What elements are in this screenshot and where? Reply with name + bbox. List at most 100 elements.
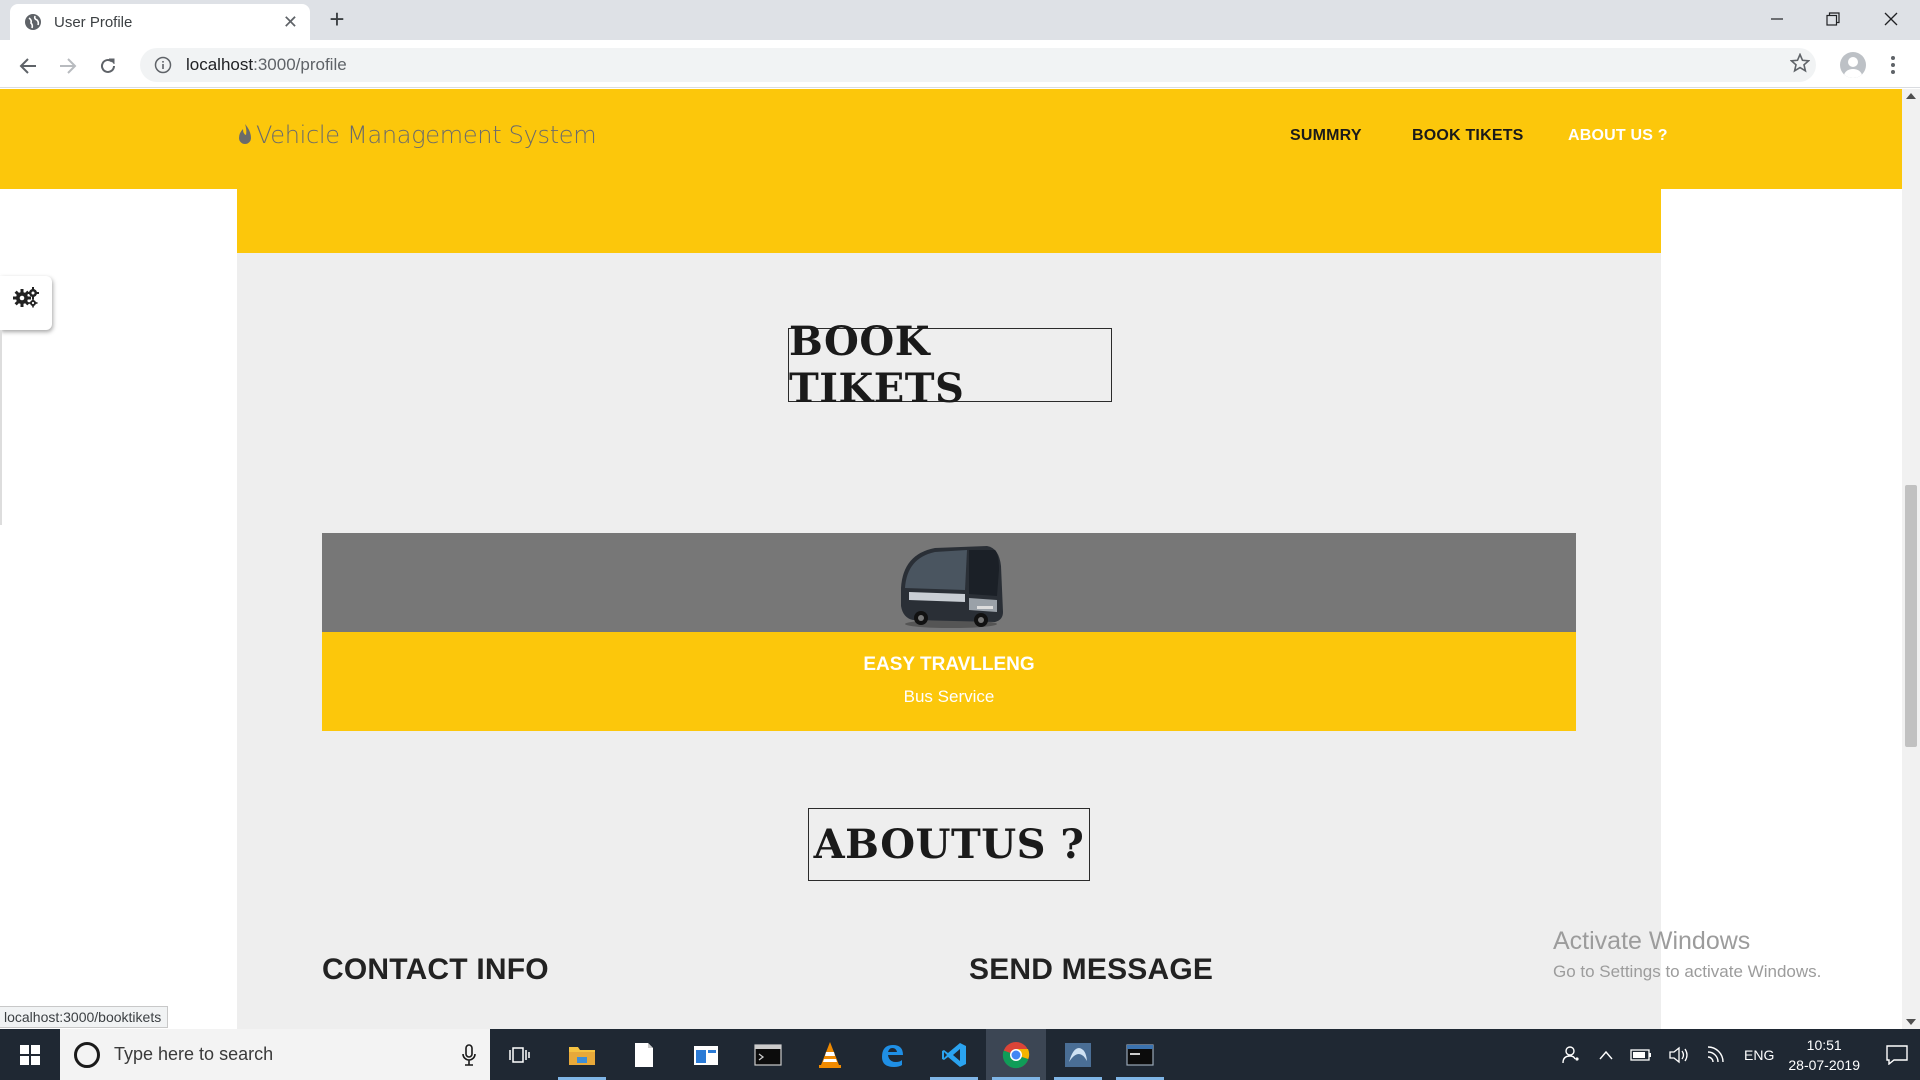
wifi-button[interactable] xyxy=(1706,1045,1728,1064)
close-window-button[interactable] xyxy=(1866,2,1916,36)
forward-button[interactable] xyxy=(54,52,82,80)
tab-title: User Profile xyxy=(54,13,133,31)
people-icon xyxy=(1562,1045,1579,1063)
url-host: localhost xyxy=(186,55,254,74)
kebab-menu-icon[interactable] xyxy=(1886,52,1900,78)
system-tray: ENG 10:51 28-07-2019 xyxy=(1554,1029,1920,1080)
taskbar-terminal[interactable] xyxy=(738,1029,798,1080)
about-us-heading: ABOUTUS ? xyxy=(808,808,1090,881)
card-image-area xyxy=(322,533,1576,632)
search-placeholder: Type here to search xyxy=(114,1044,274,1064)
taskbar-mysql-cli[interactable] xyxy=(1110,1029,1170,1080)
task-view-button[interactable] xyxy=(490,1029,550,1080)
back-arrow-icon xyxy=(19,58,36,74)
nav-book-tickets-label: BOOK TIKETS xyxy=(1412,127,1524,144)
cortana-icon xyxy=(74,1041,100,1068)
restore-button[interactable] xyxy=(1808,2,1858,36)
back-button[interactable] xyxy=(14,52,42,80)
flame-icon xyxy=(239,124,251,144)
windows-logo-icon xyxy=(20,1044,40,1065)
minimize-icon xyxy=(1771,18,1783,20)
new-tab-button[interactable]: + xyxy=(322,6,352,32)
notification-icon xyxy=(1886,1044,1908,1065)
gears-icon xyxy=(13,287,39,308)
nav-summary[interactable]: SUMMRY xyxy=(1290,127,1362,145)
taskbar-store[interactable] xyxy=(676,1029,736,1080)
bus-icon xyxy=(901,546,1003,628)
scroll-up-icon[interactable] xyxy=(1906,93,1916,99)
close-icon xyxy=(1884,12,1898,26)
battery-icon xyxy=(1630,1048,1652,1061)
send-message-heading: SEND MESSAGE xyxy=(969,953,1214,986)
reload-button[interactable] xyxy=(94,52,122,80)
minimize-button[interactable] xyxy=(1752,2,1802,36)
taskbar-chrome[interactable] xyxy=(986,1029,1046,1080)
page-scrollbar[interactable] xyxy=(1902,89,1920,1029)
scrollbar-thumb[interactable] xyxy=(1905,485,1917,747)
settings-toggle[interactable] xyxy=(0,276,52,330)
folder-icon xyxy=(569,1046,595,1065)
start-button[interactable] xyxy=(0,1029,60,1080)
hero-band xyxy=(237,189,1661,253)
info-icon xyxy=(154,56,172,74)
task-view-icon xyxy=(509,1046,530,1063)
book-tickets-heading: BOOK TIKETS xyxy=(788,318,1112,412)
activate-windows-watermark: Activate Windows Go to Settings to activ… xyxy=(1553,927,1821,982)
globe-icon xyxy=(25,14,41,30)
activate-title: Activate Windows xyxy=(1553,927,1751,955)
settings-panel-edge xyxy=(0,330,2,525)
taskbar-mysql-workbench[interactable] xyxy=(1048,1029,1108,1080)
clock-date: 28-07-2019 xyxy=(1788,1056,1860,1073)
document-icon xyxy=(635,1042,653,1067)
people-button[interactable] xyxy=(1562,1045,1582,1065)
console-window-icon xyxy=(1126,1043,1154,1066)
address-bar[interactable]: localhost:3000/profile xyxy=(140,48,1816,82)
nav-book-tickets[interactable]: BOOK TIKETS xyxy=(1412,127,1524,145)
contact-info-heading: CONTACT INFO xyxy=(322,953,549,986)
wifi-icon xyxy=(1707,1045,1724,1062)
page-viewport: BOOK TIKETS EASY TRAVLLENG Bus Service A… xyxy=(0,89,1902,1029)
bookmark-star-icon[interactable] xyxy=(1790,53,1810,73)
vscode-icon xyxy=(942,1042,966,1067)
chevron-up-icon xyxy=(1599,1050,1613,1059)
volume-button[interactable] xyxy=(1668,1046,1690,1064)
speaker-icon xyxy=(1669,1046,1688,1063)
browser-tab[interactable]: User Profile ✕ xyxy=(10,4,310,40)
microphone-icon[interactable] xyxy=(462,1043,476,1066)
taskbar-vlc[interactable] xyxy=(800,1029,860,1080)
profile-avatar[interactable] xyxy=(1840,52,1866,78)
terminal-icon xyxy=(754,1043,782,1066)
browser-tabstrip: User Profile ✕ + xyxy=(0,0,1920,40)
forward-arrow-icon xyxy=(60,58,77,74)
brand-link[interactable]: Vehicle Management System xyxy=(236,121,597,149)
window-app-icon xyxy=(694,1045,718,1065)
nav-about-us[interactable]: ABOUT US ? xyxy=(1568,127,1668,145)
vlc-cone-icon xyxy=(819,1041,841,1068)
tray-overflow-button[interactable] xyxy=(1598,1049,1614,1061)
nav-summary-label: SUMMRY xyxy=(1290,127,1362,144)
taskbar-notepad[interactable] xyxy=(614,1029,674,1080)
status-bar-url: localhost:3000/booktikets xyxy=(0,1006,169,1028)
activate-subtitle: Go to Settings to activate Windows. xyxy=(1553,962,1822,981)
taskbar-file-explorer[interactable] xyxy=(552,1029,612,1080)
tab-close-icon[interactable]: ✕ xyxy=(283,13,298,31)
restore-icon xyxy=(1826,12,1840,26)
dolphin-app-icon xyxy=(1065,1042,1091,1067)
brand-name: Vehicle Management System xyxy=(256,121,597,149)
site-header: Vehicle Management System SUMMRY BOOK TI… xyxy=(0,89,1902,189)
card-caption: EASY TRAVLLENG Bus Service xyxy=(322,632,1576,731)
card-subtitle: Bus Service xyxy=(903,687,995,706)
taskbar-search-box[interactable]: Type here to search xyxy=(60,1029,490,1080)
avatar-icon xyxy=(1844,57,1862,78)
scroll-down-icon[interactable] xyxy=(1906,1019,1916,1025)
taskbar-edge[interactable] xyxy=(862,1029,922,1080)
language-indicator[interactable]: ENG xyxy=(1744,1047,1774,1063)
action-center-button[interactable] xyxy=(1874,1029,1920,1080)
taskbar-clock[interactable]: 10:51 28-07-2019 xyxy=(1788,1035,1860,1075)
service-card[interactable]: EASY TRAVLLENG Bus Service xyxy=(322,533,1576,731)
chrome-icon xyxy=(1002,1041,1030,1068)
battery-button[interactable] xyxy=(1630,1048,1652,1062)
content-container: BOOK TIKETS EASY TRAVLLENG Bus Service A… xyxy=(237,89,1661,1029)
taskbar-vscode[interactable] xyxy=(924,1029,984,1080)
card-title: EASY TRAVLLENG xyxy=(863,654,1035,675)
